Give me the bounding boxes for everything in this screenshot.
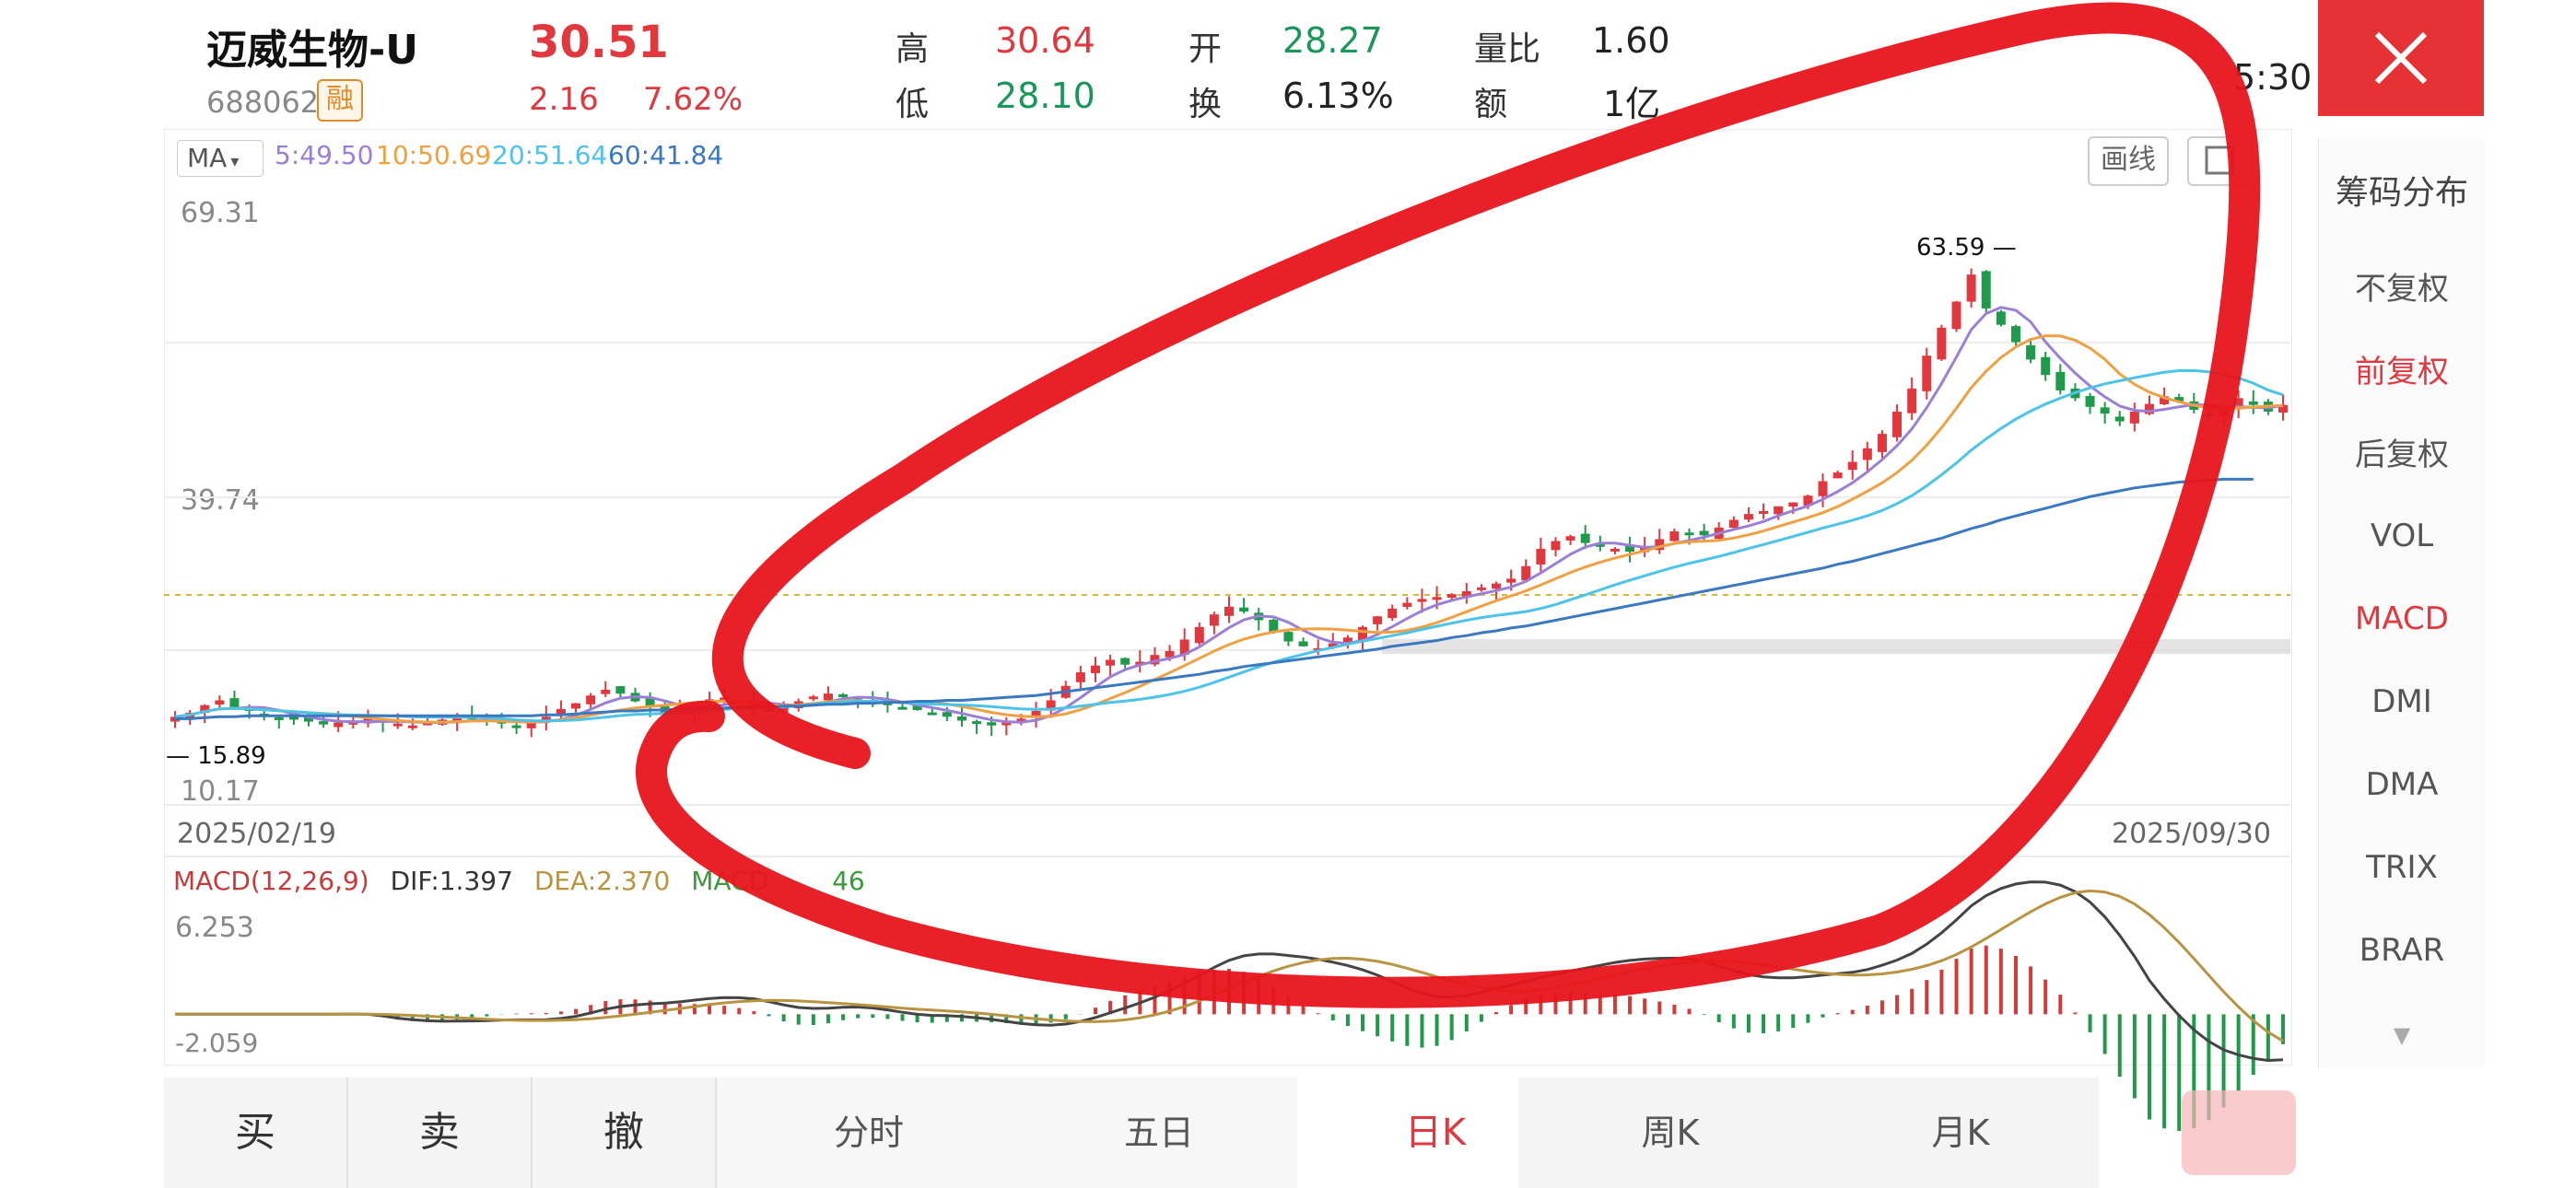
candle — [615, 686, 626, 698]
candle — [808, 694, 818, 702]
cancel-order-button[interactable]: 撤 — [533, 1077, 717, 1188]
tab-intraday[interactable]: 分时 — [717, 1077, 1021, 1188]
candle — [956, 705, 966, 728]
candle — [601, 681, 611, 698]
candle — [823, 686, 833, 702]
candle — [1239, 598, 1249, 614]
candle — [2248, 390, 2258, 414]
candle — [1461, 582, 1471, 604]
candle — [571, 703, 581, 713]
tab-monthly-k[interactable]: 月K — [1822, 1077, 2099, 1188]
side-item-macd[interactable]: MACD — [2319, 600, 2485, 637]
candle — [2041, 351, 2051, 381]
candle — [1565, 534, 1575, 545]
tab-daily-k[interactable]: 日K — [1325, 1077, 1546, 1188]
candle — [927, 708, 937, 716]
side-item-dma[interactable]: DMA — [2319, 766, 2485, 803]
candle — [1358, 625, 1368, 650]
side-item-vol[interactable]: VOL — [2319, 518, 2485, 554]
candle — [1090, 657, 1100, 682]
side-item-trix[interactable]: TRIX — [2319, 849, 2485, 886]
buy-button[interactable]: 买 — [164, 1077, 348, 1188]
candle — [1224, 596, 1234, 623]
candle — [1135, 650, 1145, 673]
candle — [1194, 622, 1204, 646]
candle — [1655, 529, 1665, 554]
sell-button[interactable]: 卖 — [348, 1077, 533, 1188]
dea-line — [175, 889, 2284, 1042]
candle — [1862, 441, 1872, 471]
candle — [2085, 392, 2095, 414]
candle — [2100, 402, 2110, 425]
chip-distribution-button[interactable]: 筹码分布 — [2319, 166, 2485, 214]
candle — [2114, 411, 2125, 426]
candle — [2129, 402, 2139, 432]
ma5-line — [174, 306, 2284, 725]
candle — [215, 695, 225, 708]
candle — [1254, 608, 1264, 631]
side-item-forward-adjust[interactable]: 前复权 — [2319, 346, 2485, 391]
candle — [1031, 702, 1041, 728]
candle — [1373, 615, 1383, 631]
candle — [1966, 268, 1976, 309]
candle — [1298, 637, 1308, 647]
candle — [1832, 470, 1843, 479]
tab-five-day[interactable]: 五日 — [1021, 1077, 1297, 1188]
candle — [2026, 340, 2036, 364]
candle — [1743, 507, 1753, 522]
candle — [1892, 404, 1903, 442]
side-panel: 筹码分布 不复权 前复权 后复权 VOL MACD DMI DMA TRIX B… — [2318, 138, 2485, 1068]
candle — [229, 690, 240, 708]
tab-weekly-k[interactable]: 周K — [1518, 1077, 1822, 1188]
annotation-circle — [636, 2, 2261, 1008]
candle — [541, 705, 551, 731]
candle — [1610, 547, 1620, 555]
candle — [972, 719, 982, 734]
candle — [1060, 681, 1071, 699]
candle — [1551, 537, 1561, 557]
candle — [274, 716, 284, 729]
candle — [1536, 537, 1546, 572]
candle — [1388, 604, 1398, 622]
candle — [1951, 300, 1961, 332]
candle — [1937, 324, 1947, 361]
candle — [1669, 528, 1680, 542]
bottom-bar: 买 卖 撤 分时 五日 日K 周K 月K — [164, 1077, 2296, 1188]
candle — [1402, 597, 1412, 610]
candle — [1001, 716, 1012, 736]
candle — [1907, 377, 1917, 421]
candle — [1625, 536, 1635, 563]
scroll-down-icon[interactable]: ▼ — [2319, 1022, 2485, 1048]
candle — [1075, 666, 1085, 690]
side-item-brar[interactable]: BRAR — [2319, 932, 2485, 969]
side-item-dmi[interactable]: DMI — [2319, 683, 2485, 720]
candle — [1209, 611, 1219, 635]
candle — [1922, 347, 1932, 400]
side-item-backward-adjust[interactable]: 后复权 — [2319, 429, 2485, 474]
candle — [1106, 654, 1116, 676]
candle — [1996, 309, 2006, 327]
candle — [1759, 503, 1769, 519]
candle — [1847, 450, 1857, 480]
candle — [511, 722, 521, 735]
blurred-button[interactable] — [2182, 1090, 2296, 1175]
side-item-no-adjust[interactable]: 不复权 — [2319, 263, 2485, 309]
candle — [1981, 270, 1991, 313]
candle — [2055, 364, 2066, 395]
candle — [630, 687, 640, 703]
kline-chart[interactable] — [0, 0, 2576, 1188]
candle — [1476, 584, 1486, 592]
